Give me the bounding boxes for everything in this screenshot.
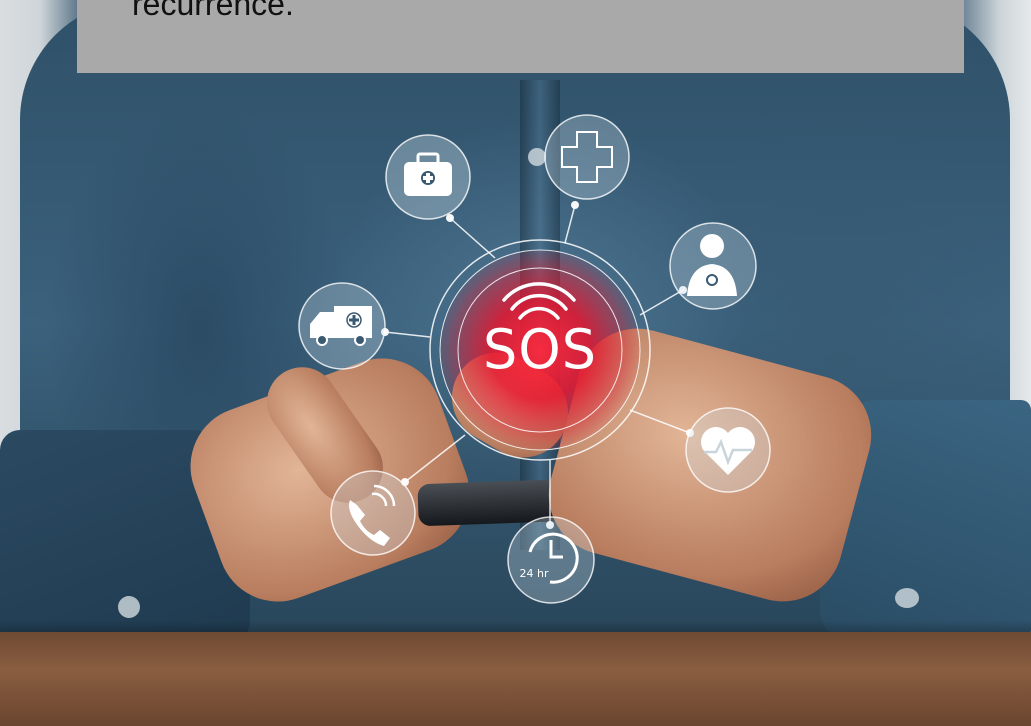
connector-line (639, 289, 684, 316)
connector-line (629, 409, 691, 434)
signal-waves-icon (502, 282, 576, 320)
clock-label: 24 hr (520, 567, 549, 580)
connector-node (446, 214, 454, 222)
caption-text: recurrence. (132, 0, 294, 22)
connector-node (571, 201, 579, 209)
connector-line (449, 217, 496, 259)
first-aid-kit-icon (385, 134, 471, 220)
photo-scene: 24 hr SOS (0, 0, 1031, 726)
heart-rate-icon (685, 407, 771, 493)
connector-line (384, 331, 431, 338)
ambulance-icon (298, 282, 386, 370)
medical-cross-icon (544, 114, 630, 200)
connector-line (404, 434, 466, 483)
phone-call-icon (330, 470, 416, 556)
caption-banner: recurrence. (77, 0, 964, 73)
24-hour-clock-icon: 24 hr (507, 516, 595, 604)
sos-label: SOS (482, 318, 598, 381)
connector-line (564, 204, 576, 244)
doctor-icon (669, 222, 757, 310)
